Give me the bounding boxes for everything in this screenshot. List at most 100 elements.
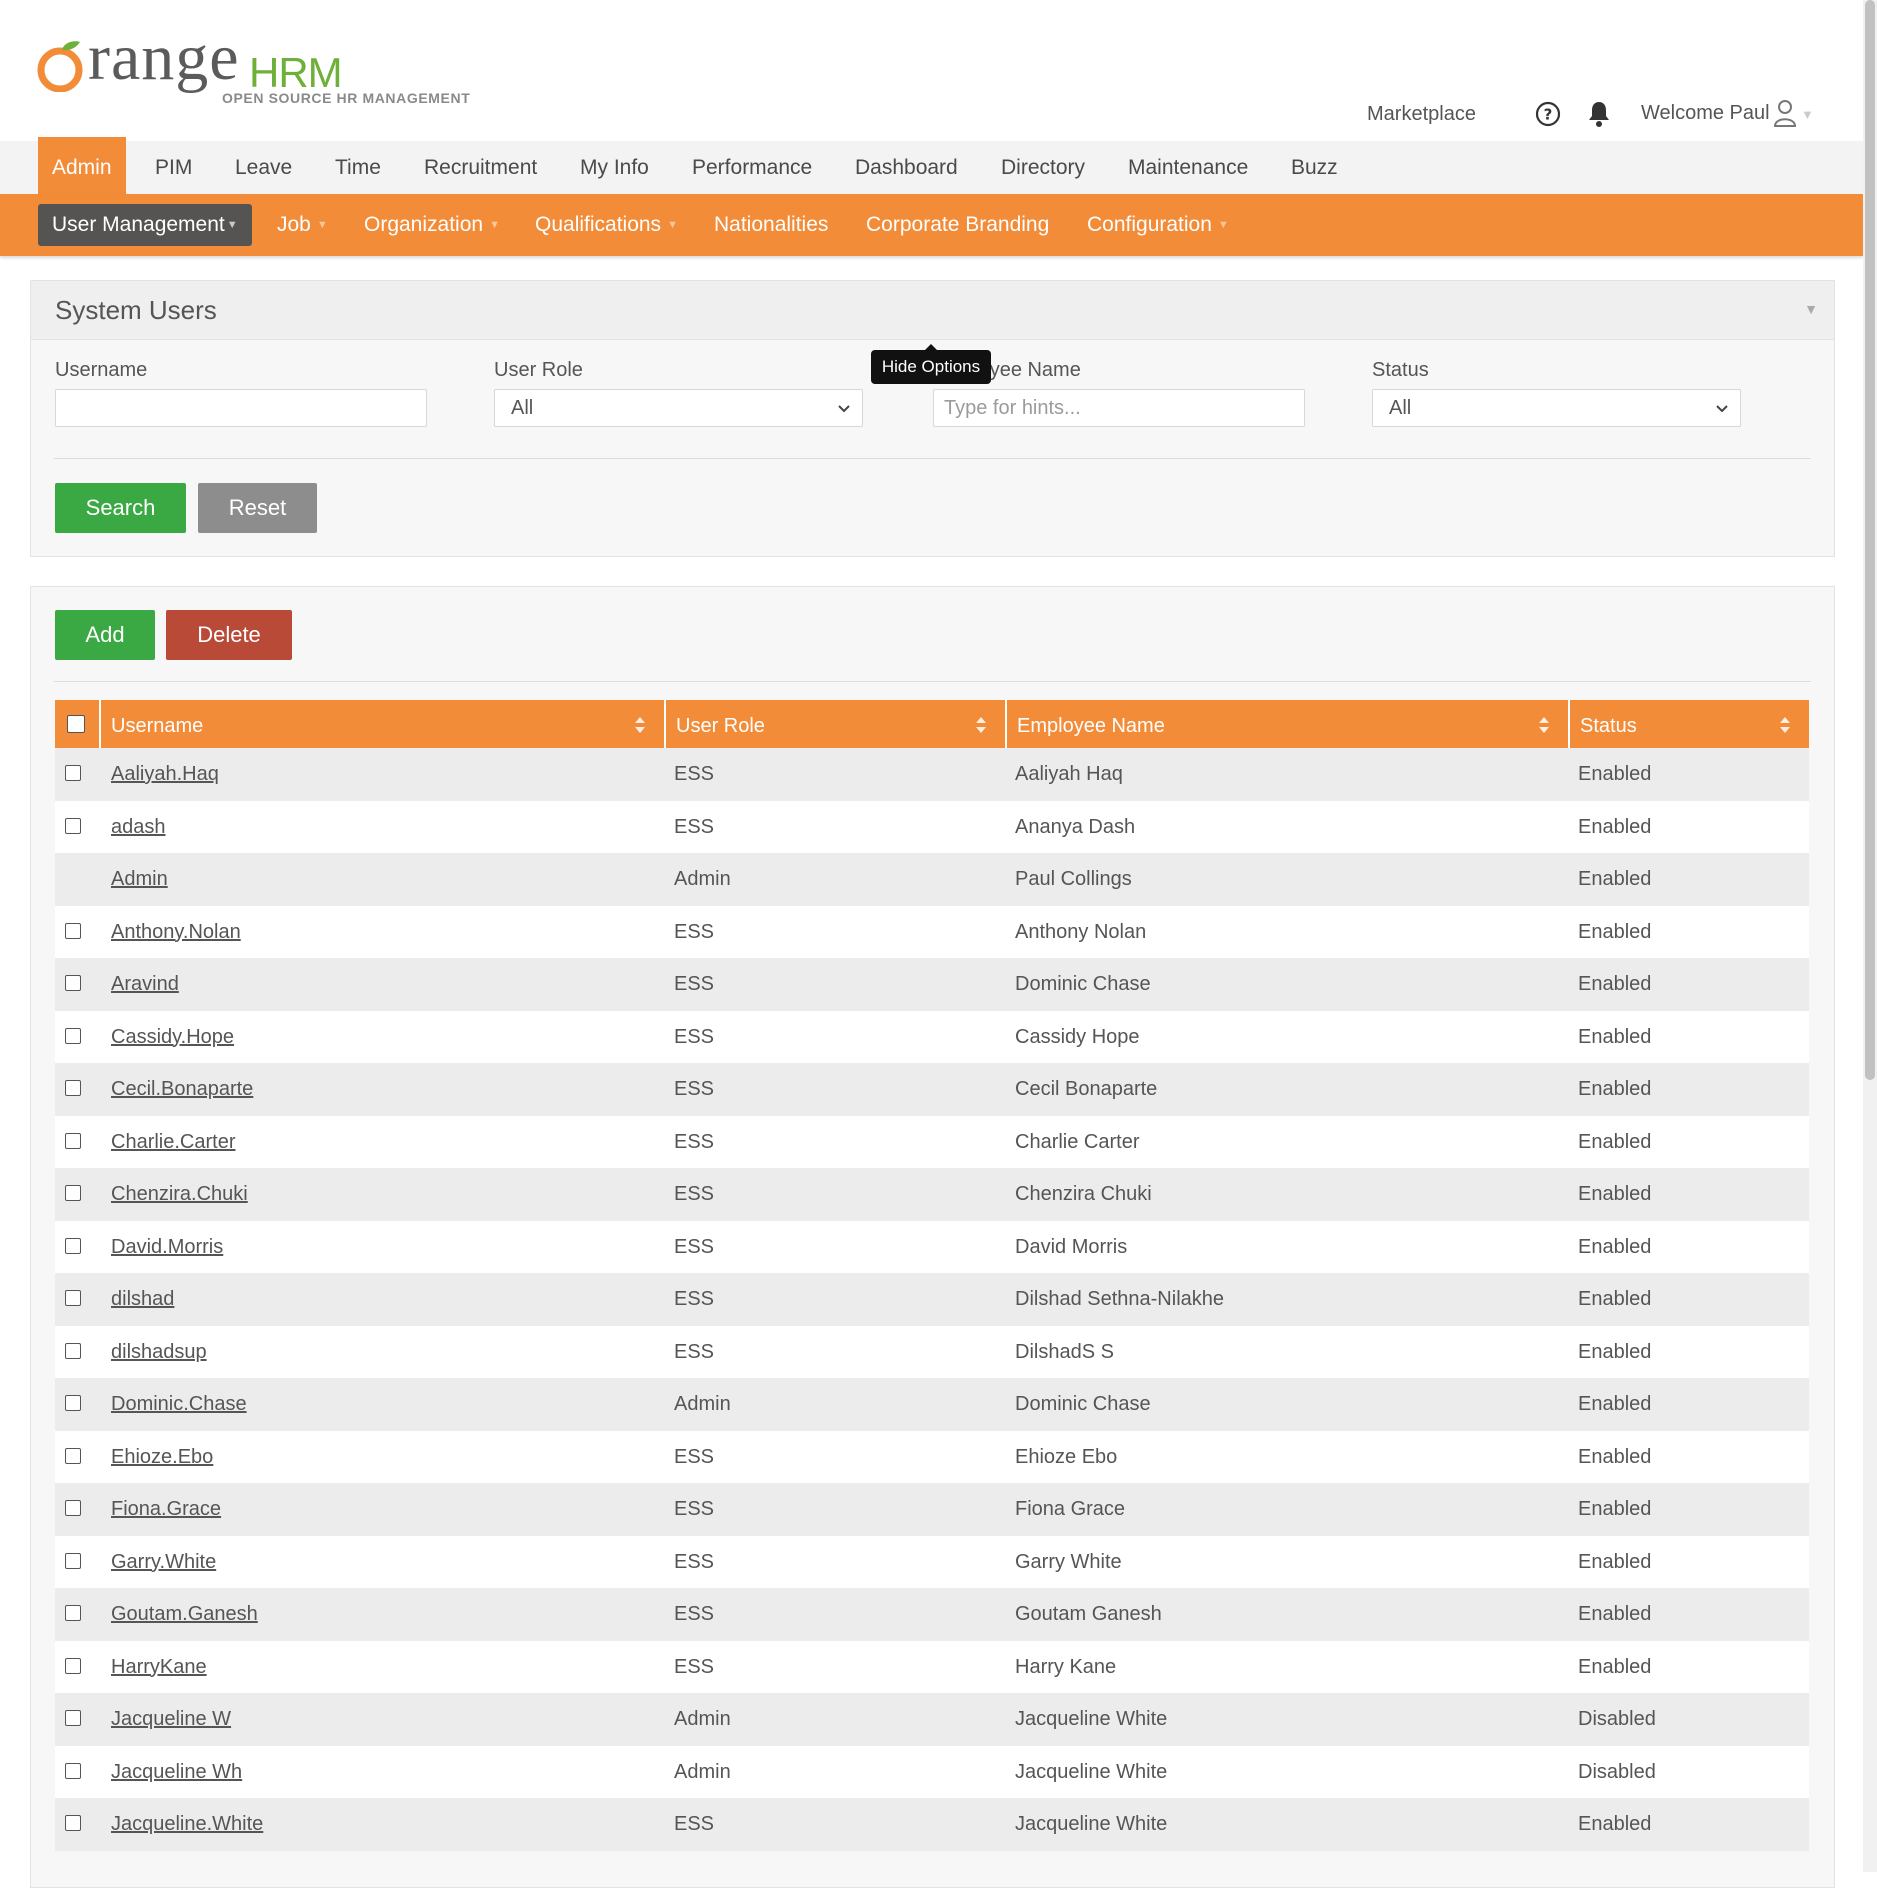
reset-button[interactable]: Reset [198,483,317,533]
row-checkbox[interactable] [65,1132,81,1149]
column-employee-name[interactable]: Employee Name [1005,700,1568,748]
menu-maintenance[interactable]: Maintenance [1114,141,1262,194]
column-user-role[interactable]: User Role [664,700,1005,748]
row-checkbox[interactable] [65,1447,81,1464]
select-all-checkbox[interactable] [67,715,85,733]
row-checkbox[interactable] [65,765,81,781]
row-checkbox[interactable] [65,922,81,939]
username-link[interactable]: adash [111,816,166,838]
username-link[interactable]: Jacqueline.White [111,1813,263,1835]
cell-employee-name: Ananya Dash [1015,815,1136,838]
user-menu-caret-icon[interactable]: ▼ [1801,107,1814,122]
submenu-corporate-branding[interactable]: Corporate Branding [852,204,1063,246]
sort-icon[interactable] [634,716,646,734]
page-scrollbar[interactable] [1863,0,1877,1872]
menu-time[interactable]: Time [321,141,395,194]
username-link[interactable]: Anthony.Nolan [111,921,241,943]
username-link[interactable]: Jacqueline Wh [111,1761,242,1783]
menu-pim[interactable]: PIM [141,141,206,194]
row-checkbox[interactable] [65,1762,81,1779]
status-select[interactable]: All [1372,389,1741,427]
welcome-user[interactable]: Welcome Paul [1641,102,1770,125]
submenu-organization[interactable]: Organization ▼ [350,204,514,246]
username-link[interactable]: Jacqueline W [111,1708,231,1730]
row-checkbox[interactable] [65,1815,81,1831]
username-link[interactable]: HarryKane [111,1656,207,1678]
user-icon[interactable] [1773,99,1797,127]
sort-icon[interactable] [1779,716,1791,734]
row-checkbox[interactable] [65,1342,81,1359]
username-link[interactable]: Aaliyah.Haq [111,763,219,785]
scrollbar-thumb[interactable] [1865,0,1875,1080]
row-checkbox[interactable] [65,1710,81,1726]
column-status[interactable]: Status [1568,700,1809,748]
collapse-toggle-icon[interactable]: ▼ [1804,301,1818,317]
row-checkbox[interactable] [65,1080,81,1096]
column-username[interactable]: Username [99,700,664,748]
search-button[interactable]: Search [55,483,186,533]
menu-my-info[interactable]: My Info [566,141,663,194]
cell-user-role: ESS [674,1813,715,1835]
orangehrm-logo[interactable]: range HRM OPEN SOURCE HR MANAGEMENT [36,18,470,108]
username-link[interactable]: Ehioze.Ebo [111,1446,213,1468]
submenu-nationalities[interactable]: Nationalities [700,204,842,246]
submenu-job[interactable]: Job ▼ [263,204,342,246]
help-icon[interactable]: ? [1535,101,1561,127]
delete-button[interactable]: Delete [166,610,292,660]
menu-directory[interactable]: Directory [987,141,1099,194]
row-checkbox[interactable] [65,817,81,834]
sort-icon[interactable] [975,716,987,734]
submenu-qualifications[interactable]: Qualifications ▼ [521,204,692,246]
menu-buzz[interactable]: Buzz [1277,141,1352,194]
username-link[interactable]: Aravind [111,973,179,995]
username-link[interactable]: Charlie.Carter [111,1131,235,1153]
cell-user-role: ESS [674,973,715,995]
row-checkbox[interactable] [65,1185,81,1201]
menu-leave[interactable]: Leave [221,141,306,194]
divider [54,458,1811,459]
logo-word: range [88,21,240,94]
column-label: Status [1580,715,1637,737]
menu-dashboard[interactable]: Dashboard [841,141,972,194]
row-checkbox[interactable] [65,1552,81,1569]
add-button[interactable]: Add [55,610,155,660]
menu-performance[interactable]: Performance [678,141,826,194]
sort-icon[interactable] [1538,716,1550,734]
menu-recruitment[interactable]: Recruitment [410,141,551,194]
username-link[interactable]: Cecil.Bonaparte [111,1078,253,1100]
cell-username: Goutam.Ganesh [111,1588,258,1640]
user-role-select[interactable]: All [494,389,863,427]
username-link[interactable]: Chenzira.Chuki [111,1183,248,1205]
username-input[interactable] [55,389,427,427]
row-checkbox[interactable] [65,975,81,991]
username-link[interactable]: Fiona.Grace [111,1498,221,1520]
username-link[interactable]: Dominic.Chase [111,1393,247,1415]
row-checkbox[interactable] [65,1657,81,1674]
row-checkbox[interactable] [65,1395,81,1411]
cell-employee-name: Cecil Bonaparte [1015,1078,1158,1100]
username-link[interactable]: Admin [111,868,168,890]
cell-employee-name: Jacqueline White [1015,1708,1168,1730]
row-checkbox[interactable] [65,1237,81,1254]
username-link[interactable]: dilshadsup [111,1341,207,1363]
employee-name-input[interactable]: Type for hints... [933,389,1305,427]
row-checkbox[interactable] [65,1605,81,1621]
table-row: Aravind ESS Dominic Chase Enabled [55,958,1809,1011]
submenu-configuration[interactable]: Configuration ▼ [1073,204,1243,246]
cell-employee-name: Aaliyah Haq [1015,763,1123,785]
bell-icon[interactable] [1586,100,1612,128]
username-link[interactable]: dilshad [111,1288,174,1310]
cell-status: Enabled [1578,1603,1652,1625]
username-link[interactable]: Goutam.Ganesh [111,1603,258,1625]
row-checkbox[interactable] [65,1500,81,1516]
username-link[interactable]: David.Morris [111,1236,223,1258]
menu-admin[interactable]: Admin [38,137,126,194]
submenu-user-management[interactable]: User Management ▼ [38,204,252,246]
row-checkbox[interactable] [65,1290,81,1306]
username-link[interactable]: Cassidy.Hope [111,1026,234,1048]
marketplace-link[interactable]: Marketplace [1367,96,1476,132]
username-link[interactable]: Garry.White [111,1551,216,1573]
row-checkbox[interactable] [65,1027,81,1044]
cell-user-role: ESS [674,1235,715,1258]
cell-status: Enabled [1578,1025,1652,1048]
